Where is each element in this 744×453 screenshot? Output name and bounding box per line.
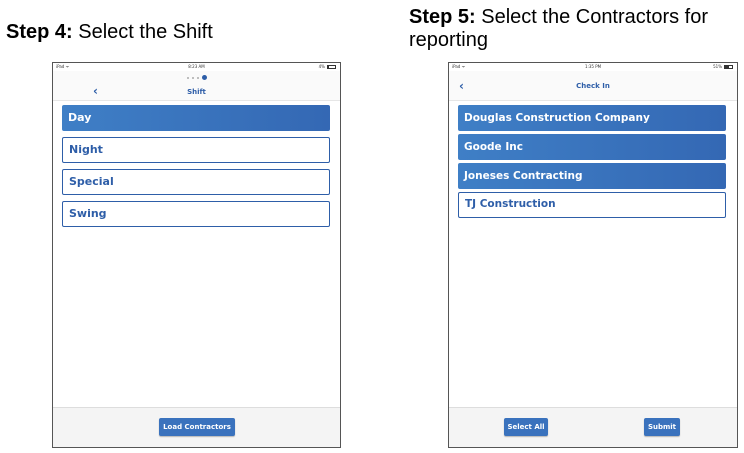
step-5-heading: Step 5: Select the Contractors for repor… <box>409 6 744 52</box>
submit-button[interactable]: Submit <box>644 418 680 436</box>
bottom-toolbar: Load Contractors <box>53 407 340 447</box>
shift-list: Day Night Special Swing <box>62 105 330 233</box>
step-5-label: Step 5: <box>409 6 476 28</box>
clock: 1:35 PM <box>584 64 602 69</box>
clock: 8:23 AM <box>188 64 205 69</box>
contractor-option-douglas[interactable]: Douglas Construction Company <box>458 105 726 131</box>
shift-option-day[interactable]: Day <box>62 105 330 131</box>
select-all-button[interactable]: Select All <box>504 418 548 436</box>
battery-icon <box>327 64 336 69</box>
check-in-screen: iPad ᯤ 1:35 PM 51% ‹ Check In Douglas Co… <box>448 62 738 448</box>
step-4-heading: Step 4: Select the Shift <box>6 21 306 44</box>
shift-option-night[interactable]: Night <box>62 137 330 163</box>
shift-screen: iPad ᯤ 8:23 AM 4% ‹ Shift Day Night Spec… <box>52 62 341 448</box>
page-indicator <box>53 75 340 80</box>
battery-percent: 4% <box>318 64 325 69</box>
page-dot-active <box>201 75 207 80</box>
battery-percent: 51% <box>713 64 722 69</box>
battery-status: 4% <box>319 63 336 70</box>
contractor-option-tj[interactable]: TJ Construction <box>458 192 726 218</box>
contractor-option-joneses[interactable]: Joneses Contracting <box>458 163 726 189</box>
step-4-text: Select the Shift <box>72 21 213 43</box>
shift-option-swing[interactable]: Swing <box>62 201 330 227</box>
battery-status: 51% <box>713 63 733 70</box>
battery-fill <box>725 65 729 68</box>
nav-bar: ‹ Shift <box>53 71 340 101</box>
page-title: Check In <box>576 82 610 90</box>
nav-bar: ‹ Check In <box>449 71 737 101</box>
page-dot <box>196 76 199 79</box>
status-bar: iPad ᯤ 8:23 AM 4% <box>53 63 340 70</box>
page-dot <box>191 76 194 79</box>
step-4-label: Step 4: <box>6 21 73 43</box>
contractor-list: Douglas Construction Company Goode Inc J… <box>458 105 726 221</box>
page-title: Shift <box>187 88 206 96</box>
bottom-toolbar: Select All Submit <box>449 407 737 447</box>
contractor-option-goode[interactable]: Goode Inc <box>458 134 726 160</box>
load-contractors-button[interactable]: Load Contractors <box>159 418 235 436</box>
status-bar: iPad ᯤ 1:35 PM 51% <box>449 63 737 70</box>
page-dot <box>186 76 189 79</box>
battery-icon <box>724 64 733 69</box>
shift-option-special[interactable]: Special <box>62 169 330 195</box>
